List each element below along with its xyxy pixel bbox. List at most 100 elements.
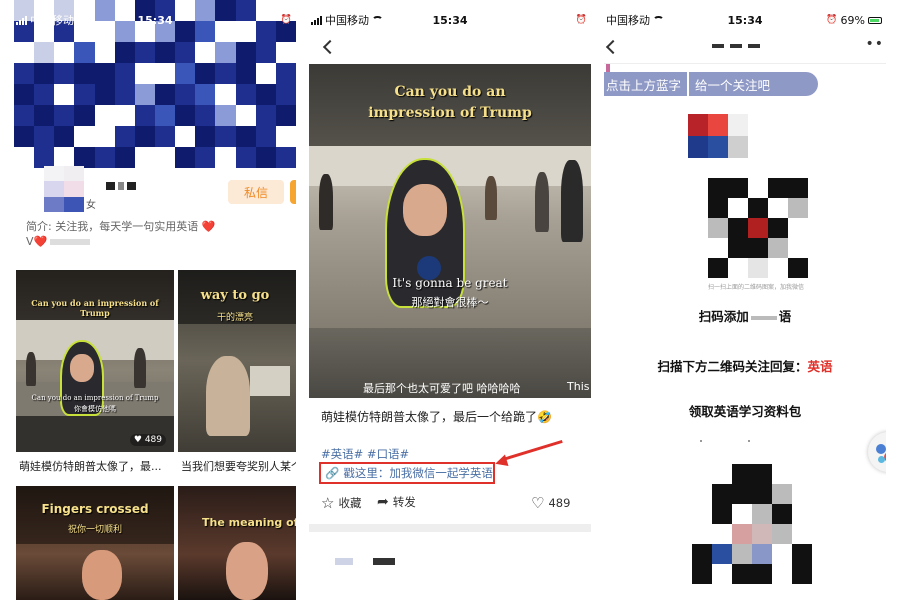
like-count: 489	[548, 496, 571, 510]
chevron-left-icon[interactable]	[605, 39, 621, 55]
wechat-qr-code[interactable]	[708, 178, 808, 278]
cover-mosaic-cell	[275, 105, 296, 126]
video-card[interactable]: Fingers crossed 祝你一切顺利	[16, 486, 174, 600]
share-label: 转发	[392, 495, 416, 509]
add-wechat-text: 扫码添加 语	[604, 306, 886, 325]
qr-cell	[712, 564, 732, 584]
get-materials-text: 领取英语学习资料包	[688, 404, 802, 419]
official-account-qr-code[interactable]	[692, 464, 812, 584]
scene-person	[535, 172, 549, 232]
cover-mosaic-cell	[275, 84, 296, 105]
qr-cell	[728, 178, 748, 198]
cover-mosaic-cell	[54, 63, 75, 84]
scene-person	[485, 176, 497, 220]
qr-cell	[792, 484, 812, 504]
cover-mosaic-cell	[74, 105, 95, 126]
thumbnail-subtitle-cn: 祝你一切顺利	[67, 525, 122, 535]
qr-cell	[692, 464, 712, 484]
cover-mosaic-cell	[235, 84, 256, 105]
more-icon[interactable]: ••	[865, 36, 884, 52]
qr-cell	[708, 178, 728, 198]
qr-cell	[752, 504, 772, 524]
qr-cell	[732, 504, 752, 524]
qr-cell	[752, 484, 772, 504]
thumbnail-caption: Can you do an impression of Trump	[31, 298, 159, 318]
qr-cell	[752, 564, 772, 584]
qr-cell	[748, 258, 768, 278]
v-label: V	[26, 235, 34, 248]
cover-mosaic-cell	[175, 126, 196, 147]
follow-prompt-left: 点击上方蓝字	[604, 72, 690, 96]
avatar-mosaic-cell	[688, 136, 708, 158]
cover-mosaic-cell	[235, 42, 256, 63]
cover-mosaic-cell	[94, 63, 115, 84]
video-card[interactable]: Can you do an impression of Trump Can yo…	[16, 270, 174, 480]
cover-mosaic-cell	[34, 84, 55, 105]
video-caption-area: Can you do an impression of Trump	[309, 64, 591, 146]
floating-dot-icon	[878, 456, 885, 463]
cover-mosaic-cell	[74, 42, 95, 63]
qr-cell	[752, 464, 772, 484]
article-screen: 中国移动 15:34 ⏰ 69% •• 点击上方蓝字 给一个关注吧 扫一扫上面的…	[604, 0, 886, 600]
qr-cell	[732, 484, 752, 504]
qr-cell	[732, 464, 752, 484]
cover-mosaic-cell	[14, 63, 35, 84]
collect-label: 收藏	[338, 496, 362, 510]
cover-mosaic-cell	[195, 84, 216, 105]
post-actions: ☆ 收藏 ➦ 转发 ♡ 489	[321, 494, 591, 514]
qr-cell	[692, 504, 712, 524]
nav-bar: ••	[604, 30, 886, 64]
floating-action-button[interactable]	[868, 432, 886, 472]
account-avatar-blurred	[688, 114, 748, 158]
qr-cell	[728, 258, 748, 278]
battery-icon	[868, 16, 882, 24]
qr-cell	[712, 524, 732, 544]
next-post-blurred	[335, 558, 395, 565]
status-right: ⏰ 69%	[826, 14, 882, 27]
cover-mosaic-cell	[74, 126, 95, 147]
video-caption-line1: Can you do an	[394, 84, 506, 100]
thumbnail-person	[134, 348, 146, 388]
cover-mosaic-cell	[14, 84, 35, 105]
cover-mosaic-cell	[195, 42, 216, 63]
cover-mosaic-cell	[175, 147, 196, 168]
thumbnail-object	[250, 366, 290, 396]
cover-mosaic-cell	[54, 42, 75, 63]
wechat-link-text: 戳这里：加我微信一起学英语	[343, 466, 493, 480]
video-card[interactable]: The meaning of li	[178, 486, 296, 600]
chevron-left-icon[interactable]	[322, 39, 338, 55]
wechat-link[interactable]: 🔗 戳这里：加我微信一起学英语	[319, 462, 495, 484]
cover-mosaic-cell	[94, 42, 115, 63]
share-button[interactable]: ➦ 转发	[377, 494, 416, 510]
cover-mosaic-cell	[235, 105, 256, 126]
video-subtitle-en: It's gonna be great	[392, 276, 508, 290]
collect-button[interactable]: ☆ 收藏	[321, 494, 361, 512]
cover-mosaic-cell	[134, 42, 155, 63]
message-button[interactable]: 私信	[228, 180, 284, 204]
qr-cell	[788, 258, 808, 278]
cover-mosaic-cell	[175, 42, 196, 63]
nickname-blurred	[106, 182, 136, 190]
qr-cell	[752, 544, 772, 564]
cover-mosaic-cell	[134, 126, 155, 147]
thumbnail-subtitle-cn: 干的漂亮	[216, 313, 253, 323]
cover-mosaic-cell	[215, 42, 236, 63]
qr-cell	[748, 178, 768, 198]
like-button[interactable]: ♡ 489	[531, 494, 570, 512]
video-card[interactable]: way to go 干的漂亮 当我们想要夸奖别人某个	[178, 270, 296, 480]
cover-mosaic-cell	[54, 105, 75, 126]
cover-mosaic-cell	[114, 42, 135, 63]
alarm-icon: ⏰	[826, 15, 838, 25]
cover-mosaic-cell	[235, 63, 256, 84]
cover-mosaic-cell	[74, 63, 95, 84]
follow-button[interactable]: 关	[290, 180, 296, 204]
video-player[interactable]: Can you do an impression of Trump It's g…	[309, 64, 591, 398]
cover-mosaic-cell	[275, 63, 296, 84]
status-bar: 中国移动 15:34 ⏰	[14, 10, 296, 30]
cover-mosaic-cell	[154, 63, 176, 84]
nav-bar	[309, 30, 591, 64]
post-hashtags[interactable]: #英语# #口语#	[321, 446, 409, 462]
video-card-title: 当我们想要夸奖别人某个	[181, 460, 296, 473]
cover-mosaic-cell	[175, 84, 196, 105]
avatar[interactable]	[44, 166, 84, 212]
